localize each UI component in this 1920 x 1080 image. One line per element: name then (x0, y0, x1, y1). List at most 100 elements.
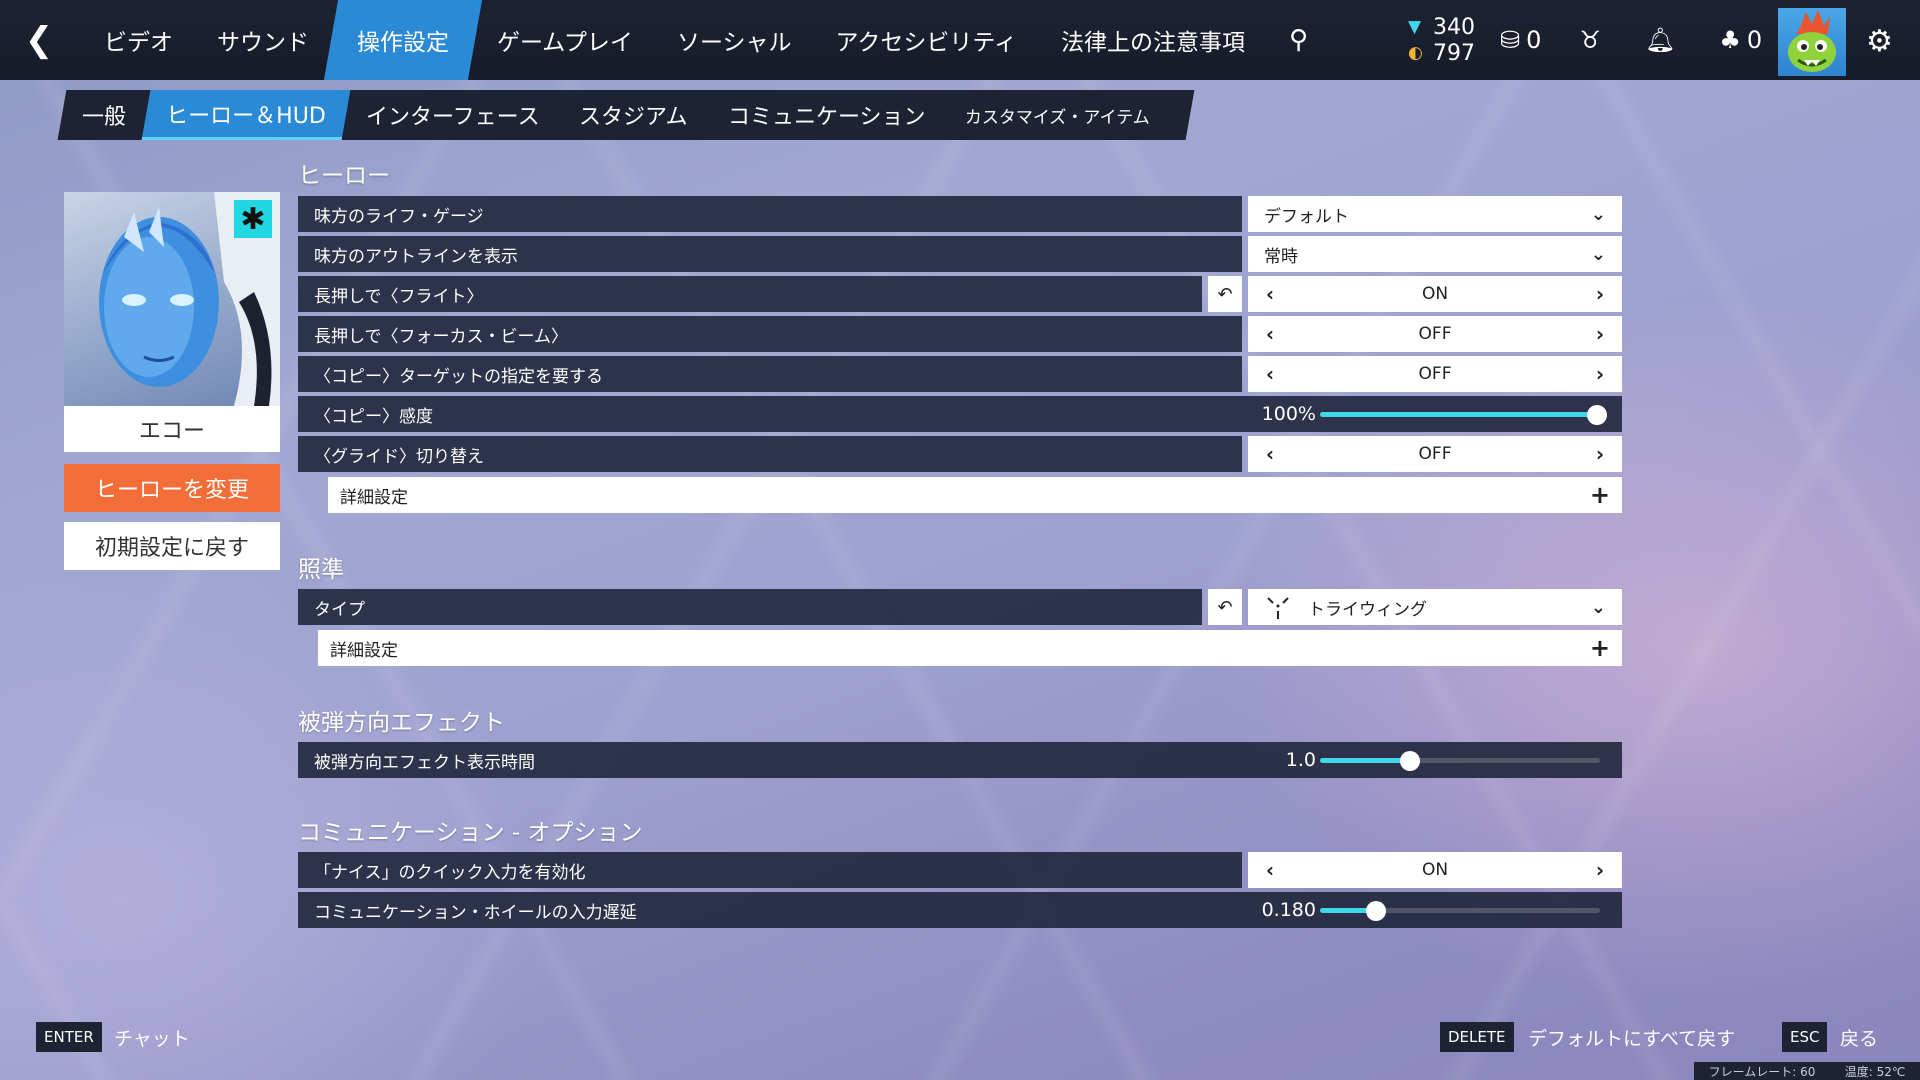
slider-handle[interactable] (1399, 751, 1420, 771)
arrow-left-icon[interactable]: ‹ (1260, 282, 1280, 306)
setting-row-glide-toggle: 〈グライド〉切り替え ‹ OFF › (298, 436, 1622, 472)
chevron-down-icon: ⌄ (1590, 596, 1606, 618)
select-value: トライウィング (1308, 599, 1427, 620)
nice-quick-toggle[interactable]: ‹ ON › (1248, 852, 1622, 888)
subtab-interface[interactable]: インターフェース (341, 90, 563, 140)
delete-key-hint[interactable]: DELETE (1440, 1022, 1514, 1052)
avatar[interactable] (1778, 8, 1846, 76)
arrow-left-icon[interactable]: ‹ (1260, 322, 1280, 346)
setting-row-duplicate-sensitivity: 〈コピー〉感度 100% (298, 396, 1622, 432)
slider-fill (1320, 758, 1410, 763)
section-title-communication: コミュニケーション - オプション (298, 820, 643, 846)
change-hero-button[interactable]: ヒーローを変更 (64, 464, 280, 512)
ally-health-select[interactable]: デフォルト ⌄ (1248, 196, 1622, 232)
reticle-type-select[interactable]: トライウィング ⌄ (1248, 589, 1622, 625)
chevron-down-icon: ⌄ (1590, 243, 1606, 265)
select-value: デフォルト (1264, 206, 1349, 227)
coin-icon: ◐ (1408, 43, 1423, 63)
subtab-general[interactable]: 一般 (58, 90, 151, 140)
tab-controls[interactable]: 操作設定 (323, 0, 483, 80)
main-tabs: ビデオ サウンド 操作設定 ゲームプレイ ソーシャル アクセシビリティ 法律上の… (82, 0, 1330, 80)
arrow-right-icon[interactable]: › (1590, 362, 1610, 386)
search-icon: ⚲ (1288, 25, 1309, 55)
arrow-left-icon[interactable]: ‹ (1260, 362, 1280, 386)
plus-icon: + (1589, 481, 1610, 509)
subtab-customize-items[interactable]: カスタマイズ・アイテム (941, 90, 1175, 140)
setting-label: 味方のアウトラインを表示 (298, 236, 1242, 272)
notifications-button[interactable]: 🔔︎ (1645, 26, 1681, 54)
setting-row-nice-quick: 「ナイス」のクイック入力を有効化 ‹ ON › (298, 852, 1622, 888)
loot-icon: ⛁ (1500, 26, 1521, 54)
loot-count: 0 (1526, 26, 1542, 54)
crosshair-icon (1264, 593, 1292, 621)
legacy-credits-value: 340 (1433, 14, 1475, 40)
reset-defaults-button[interactable]: 初期設定に戻す (64, 522, 280, 570)
setting-label: 長押しで〈フォーカス・ビーム〉 (298, 316, 1242, 352)
section-title-damage: 被弾方向エフェクト (298, 710, 505, 736)
search-button[interactable]: ⚲ (1267, 0, 1330, 80)
challenges-button[interactable]: ♉ (1579, 26, 1607, 54)
setting-row-hold-beam: 長押しで〈フォーカス・ビーム〉 ‹ OFF › (298, 316, 1622, 352)
toggle-value: OFF (1418, 364, 1452, 384)
setting-label: 〈グライド〉切り替え (298, 436, 1242, 472)
setting-label: 〈コピー〉ターゲットの指定を要する (298, 356, 1242, 392)
duplicate-sensitivity-slider[interactable] (1320, 405, 1608, 425)
esc-key-hint[interactable]: ESC (1782, 1022, 1828, 1052)
arrow-right-icon[interactable]: › (1590, 282, 1610, 306)
slider-value: 1.0 (1285, 749, 1316, 771)
back-arrow-icon[interactable]: ❮ (0, 0, 78, 80)
setting-row-damage-duration: 被弾方向エフェクト表示時間 1.0 (298, 742, 1622, 778)
hero-advanced-settings[interactable]: 詳細設定 + (328, 477, 1622, 513)
toggle-value: ON (1421, 284, 1449, 304)
hero-portrait[interactable]: ✱ (64, 192, 280, 406)
setting-label: 長押しで〈フライト〉 (298, 276, 1202, 312)
hold-flight-toggle[interactable]: ‹ ON › (1248, 276, 1622, 312)
glide-toggle[interactable]: ‹ OFF › (1248, 436, 1622, 472)
advanced-label: 詳細設定 (340, 487, 408, 508)
reset-icon[interactable]: ↶ (1208, 589, 1242, 625)
slider-handle[interactable] (1366, 901, 1386, 921)
slider-value: 100% (1261, 403, 1316, 425)
hero-name: エコー (64, 406, 280, 452)
gear-icon[interactable]: ⚙ (1866, 24, 1893, 59)
tab-sound[interactable]: サウンド (195, 0, 331, 80)
toggle-value: ON (1421, 860, 1449, 880)
friends-button[interactable]: ♣ 0 (1719, 26, 1762, 54)
damage-duration-slider[interactable] (1320, 751, 1600, 771)
select-value: 常時 (1264, 246, 1298, 267)
tab-legal[interactable]: 法律上の注意事項 (1039, 0, 1267, 80)
subtab-hero-hud[interactable]: ヒーロー＆HUD (141, 90, 351, 140)
section-title-hero: ヒーロー (298, 163, 390, 189)
reticle-advanced-settings[interactable]: 詳細設定 + (318, 630, 1622, 666)
setting-row-ally-health: 味方のライフ・ゲージ デフォルト ⌄ (298, 196, 1622, 232)
tab-video[interactable]: ビデオ (82, 0, 195, 80)
role-badge-icon: ✱ (234, 200, 272, 238)
arrow-left-icon[interactable]: ‹ (1260, 442, 1280, 466)
setting-label: 「ナイス」のクイック入力を有効化 (298, 852, 1242, 888)
arrow-right-icon[interactable]: › (1590, 858, 1610, 882)
toggle-value: OFF (1418, 324, 1452, 344)
top-icon-group: ⛁ 0 ♉ 🔔︎ ♣ 0 (1500, 0, 1800, 80)
sub-tabs: 一般 ヒーロー＆HUD インターフェース スタジアム コミュニケーション カスタ… (57, 90, 1195, 140)
arrow-left-icon[interactable]: ‹ (1260, 858, 1280, 882)
arrow-right-icon[interactable]: › (1590, 322, 1610, 346)
toggle-value: OFF (1418, 444, 1452, 464)
duplicate-target-toggle[interactable]: ‹ OFF › (1248, 356, 1622, 392)
wheel-delay-slider[interactable] (1320, 901, 1600, 921)
ally-outline-select[interactable]: 常時 ⌄ (1248, 236, 1622, 272)
tab-gameplay[interactable]: ゲームプレイ (475, 0, 655, 80)
bell-icon: 🔔︎ (1644, 26, 1676, 54)
tab-accessibility[interactable]: アクセシビリティ (813, 0, 1038, 80)
subtab-stadium[interactable]: スタジアム (555, 90, 712, 140)
arrow-right-icon[interactable]: › (1590, 442, 1610, 466)
hold-beam-toggle[interactable]: ‹ OFF › (1248, 316, 1622, 352)
subtab-communication[interactable]: コミュニケーション (703, 90, 949, 140)
slider-value: 0.180 (1261, 899, 1316, 921)
section-title-reticle: 照準 (298, 557, 344, 583)
enter-key-hint[interactable]: ENTER (36, 1022, 102, 1052)
loot-button[interactable]: ⛁ 0 (1500, 26, 1541, 54)
reset-icon[interactable]: ↶ (1208, 276, 1242, 312)
tab-social[interactable]: ソーシャル (655, 0, 814, 80)
friends-icon: ♣ (1719, 26, 1741, 54)
back-label: 戻る (1840, 1027, 1879, 1050)
